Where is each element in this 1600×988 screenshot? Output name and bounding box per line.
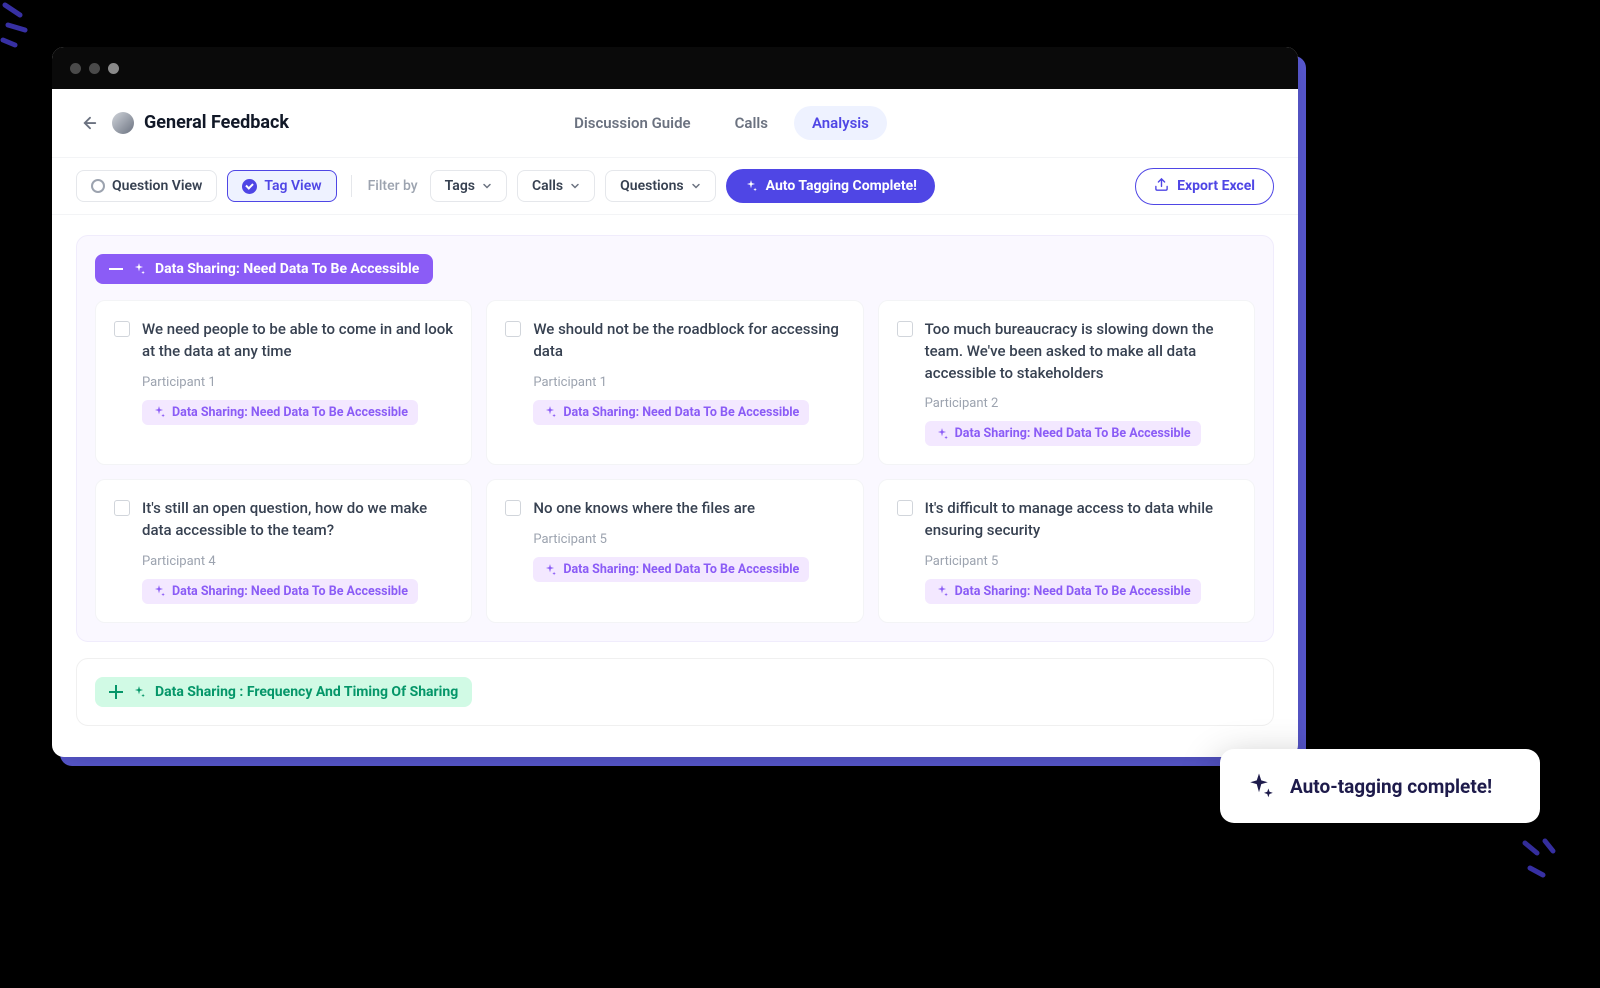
tag-view-label: Tag View <box>264 178 321 194</box>
card-checkbox[interactable] <box>897 321 913 337</box>
sparkle-icon <box>152 405 166 419</box>
quote-text: We should not be the roadblock for acces… <box>533 319 844 363</box>
tag-view-toggle[interactable]: Tag View <box>227 170 336 202</box>
card-checkbox[interactable] <box>114 321 130 337</box>
tab-calls[interactable]: Calls <box>717 106 786 140</box>
sparkle-icon <box>543 563 557 577</box>
project-icon <box>112 112 134 134</box>
back-button[interactable] <box>76 109 104 137</box>
radio-filled-icon <box>242 179 257 194</box>
plus-icon <box>109 685 123 699</box>
quote-text: It's difficult to manage access to data … <box>925 498 1236 542</box>
filter-questions[interactable]: Questions <box>605 170 715 202</box>
participant-label: Participant 1 <box>142 375 453 390</box>
sparkle-icon <box>935 584 949 598</box>
project-title: General Feedback <box>144 112 289 133</box>
question-view-toggle[interactable]: Question View <box>76 170 217 202</box>
filter-tags[interactable]: Tags <box>430 170 507 202</box>
quote-text: We need people to be able to come in and… <box>142 319 453 363</box>
card-checkbox[interactable] <box>505 321 521 337</box>
group-header-collapse[interactable]: Data Sharing: Need Data To Be Accessible <box>95 254 433 284</box>
toast-text: Auto-tagging complete! <box>1290 775 1492 798</box>
traffic-light-close[interactable] <box>70 63 81 74</box>
quote-card: It's still an open question, how do we m… <box>95 479 472 623</box>
filter-calls[interactable]: Calls <box>517 170 595 202</box>
tag-group-frequency-timing: Data Sharing : Frequency And Timing Of S… <box>76 658 1274 726</box>
quote-card: We should not be the roadblock for acces… <box>486 300 863 465</box>
filter-by-label: Filter by <box>368 178 418 194</box>
tag-chip[interactable]: Data Sharing: Need Data To Be Accessible <box>533 400 809 425</box>
page-header: General Feedback Discussion Guide Calls … <box>52 89 1298 157</box>
group-header-expand[interactable]: Data Sharing : Frequency And Timing Of S… <box>95 677 472 707</box>
chevron-down-icon <box>482 181 492 191</box>
quote-text: It's still an open question, how do we m… <box>142 498 453 542</box>
tag-chip-label: Data Sharing: Need Data To Be Accessible <box>172 405 408 420</box>
participant-label: Participant 5 <box>925 554 1236 569</box>
auto-tag-label: Auto Tagging Complete! <box>766 178 917 194</box>
chevron-down-icon <box>570 181 580 191</box>
toolbar: Question View Tag View Filter by Tags Ca… <box>52 157 1298 215</box>
sparkle-icon <box>1244 771 1274 801</box>
decoration-top-left <box>0 0 40 50</box>
tag-group-data-sharing-accessible: Data Sharing: Need Data To Be Accessible… <box>76 235 1274 642</box>
tag-chip[interactable]: Data Sharing: Need Data To Be Accessible <box>142 579 418 604</box>
participant-label: Participant 5 <box>533 532 844 547</box>
content-area: Data Sharing: Need Data To Be Accessible… <box>52 215 1298 757</box>
tag-chip-label: Data Sharing: Need Data To Be Accessible <box>955 584 1191 599</box>
filter-tags-label: Tags <box>445 178 475 194</box>
group-title: Data Sharing: Need Data To Be Accessible <box>155 261 419 277</box>
cards-grid: We need people to be able to come in and… <box>95 300 1255 623</box>
tab-discussion-guide[interactable]: Discussion Guide <box>556 106 709 140</box>
tag-chip[interactable]: Data Sharing: Need Data To Be Accessible <box>925 579 1201 604</box>
sparkle-icon <box>132 262 146 276</box>
toolbar-divider <box>351 175 352 197</box>
sparkle-icon <box>543 405 557 419</box>
card-checkbox[interactable] <box>505 500 521 516</box>
tab-analysis[interactable]: Analysis <box>794 106 887 140</box>
quote-card: It's difficult to manage access to data … <box>878 479 1255 623</box>
quote-card: We need people to be able to come in and… <box>95 300 472 465</box>
tag-chip[interactable]: Data Sharing: Need Data To Be Accessible <box>142 400 418 425</box>
sparkle-icon <box>152 584 166 598</box>
toast-notification: Auto-tagging complete! <box>1220 749 1540 823</box>
chevron-down-icon <box>691 181 701 191</box>
card-checkbox[interactable] <box>897 500 913 516</box>
participant-label: Participant 1 <box>533 375 844 390</box>
filter-calls-label: Calls <box>532 178 563 194</box>
filter-questions-label: Questions <box>620 178 683 194</box>
group-title: Data Sharing : Frequency And Timing Of S… <box>155 684 458 700</box>
export-label: Export Excel <box>1177 178 1255 194</box>
tag-chip-label: Data Sharing: Need Data To Be Accessible <box>563 405 799 420</box>
tabs-nav: Discussion Guide Calls Analysis <box>556 106 887 140</box>
tag-chip[interactable]: Data Sharing: Need Data To Be Accessible <box>925 421 1201 446</box>
tag-chip-label: Data Sharing: Need Data To Be Accessible <box>172 584 408 599</box>
export-excel-button[interactable]: Export Excel <box>1135 168 1274 205</box>
question-view-label: Question View <box>112 178 202 194</box>
radio-empty-icon <box>91 179 105 193</box>
tag-chip[interactable]: Data Sharing: Need Data To Be Accessible <box>533 557 809 582</box>
window-titlebar <box>52 47 1298 89</box>
quote-text: Too much bureaucracy is slowing down the… <box>925 319 1236 384</box>
quote-card: No one knows where the files are Partici… <box>486 479 863 623</box>
participant-label: Participant 4 <box>142 554 453 569</box>
auto-tagging-button[interactable]: Auto Tagging Complete! <box>726 169 935 203</box>
quote-text: No one knows where the files are <box>533 498 844 520</box>
tag-chip-label: Data Sharing: Need Data To Be Accessible <box>563 562 799 577</box>
quote-card: Too much bureaucracy is slowing down the… <box>878 300 1255 465</box>
traffic-light-minimize[interactable] <box>89 63 100 74</box>
decoration-bottom-right <box>1515 833 1565 883</box>
sparkle-icon <box>132 685 146 699</box>
tag-chip-label: Data Sharing: Need Data To Be Accessible <box>955 426 1191 441</box>
participant-label: Participant 2 <box>925 396 1236 411</box>
upload-icon <box>1154 177 1169 196</box>
minus-icon <box>109 268 123 270</box>
traffic-light-maximize[interactable] <box>108 63 119 74</box>
app-window: General Feedback Discussion Guide Calls … <box>52 47 1298 757</box>
sparkle-icon <box>744 179 758 193</box>
sparkle-icon <box>935 427 949 441</box>
card-checkbox[interactable] <box>114 500 130 516</box>
